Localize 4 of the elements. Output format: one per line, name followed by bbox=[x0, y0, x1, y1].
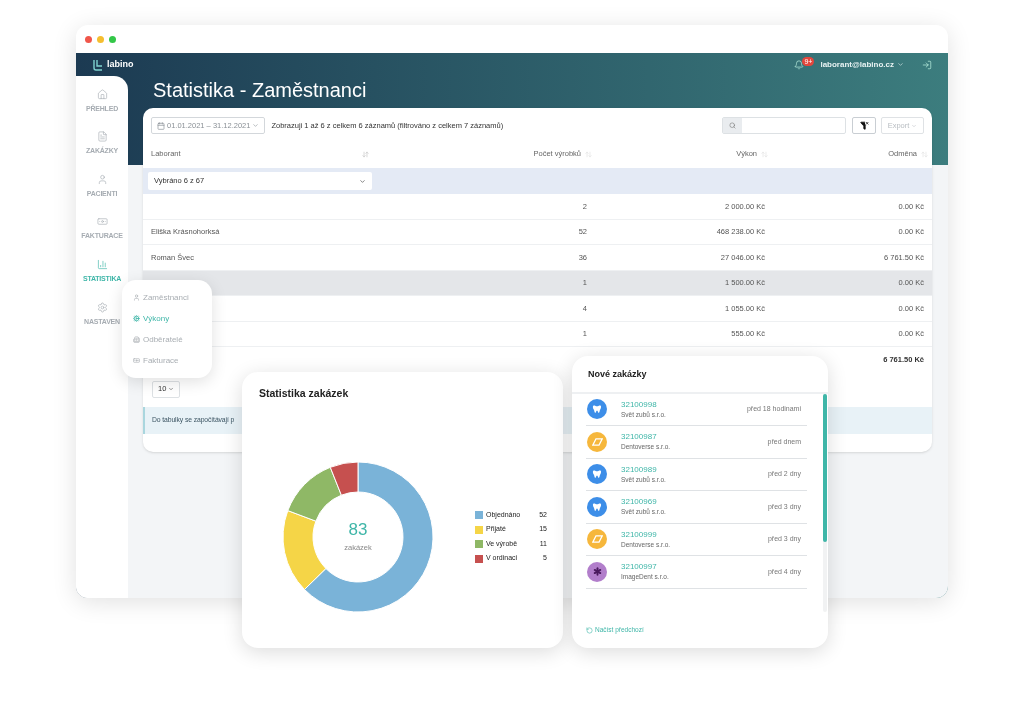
orders-title: Nové zakázky bbox=[588, 368, 648, 381]
total-count: 83 bbox=[348, 520, 368, 541]
chart-title: Statistika zakázek bbox=[259, 386, 350, 401]
page-title: Statistika - Zaměstnanci bbox=[153, 78, 368, 102]
